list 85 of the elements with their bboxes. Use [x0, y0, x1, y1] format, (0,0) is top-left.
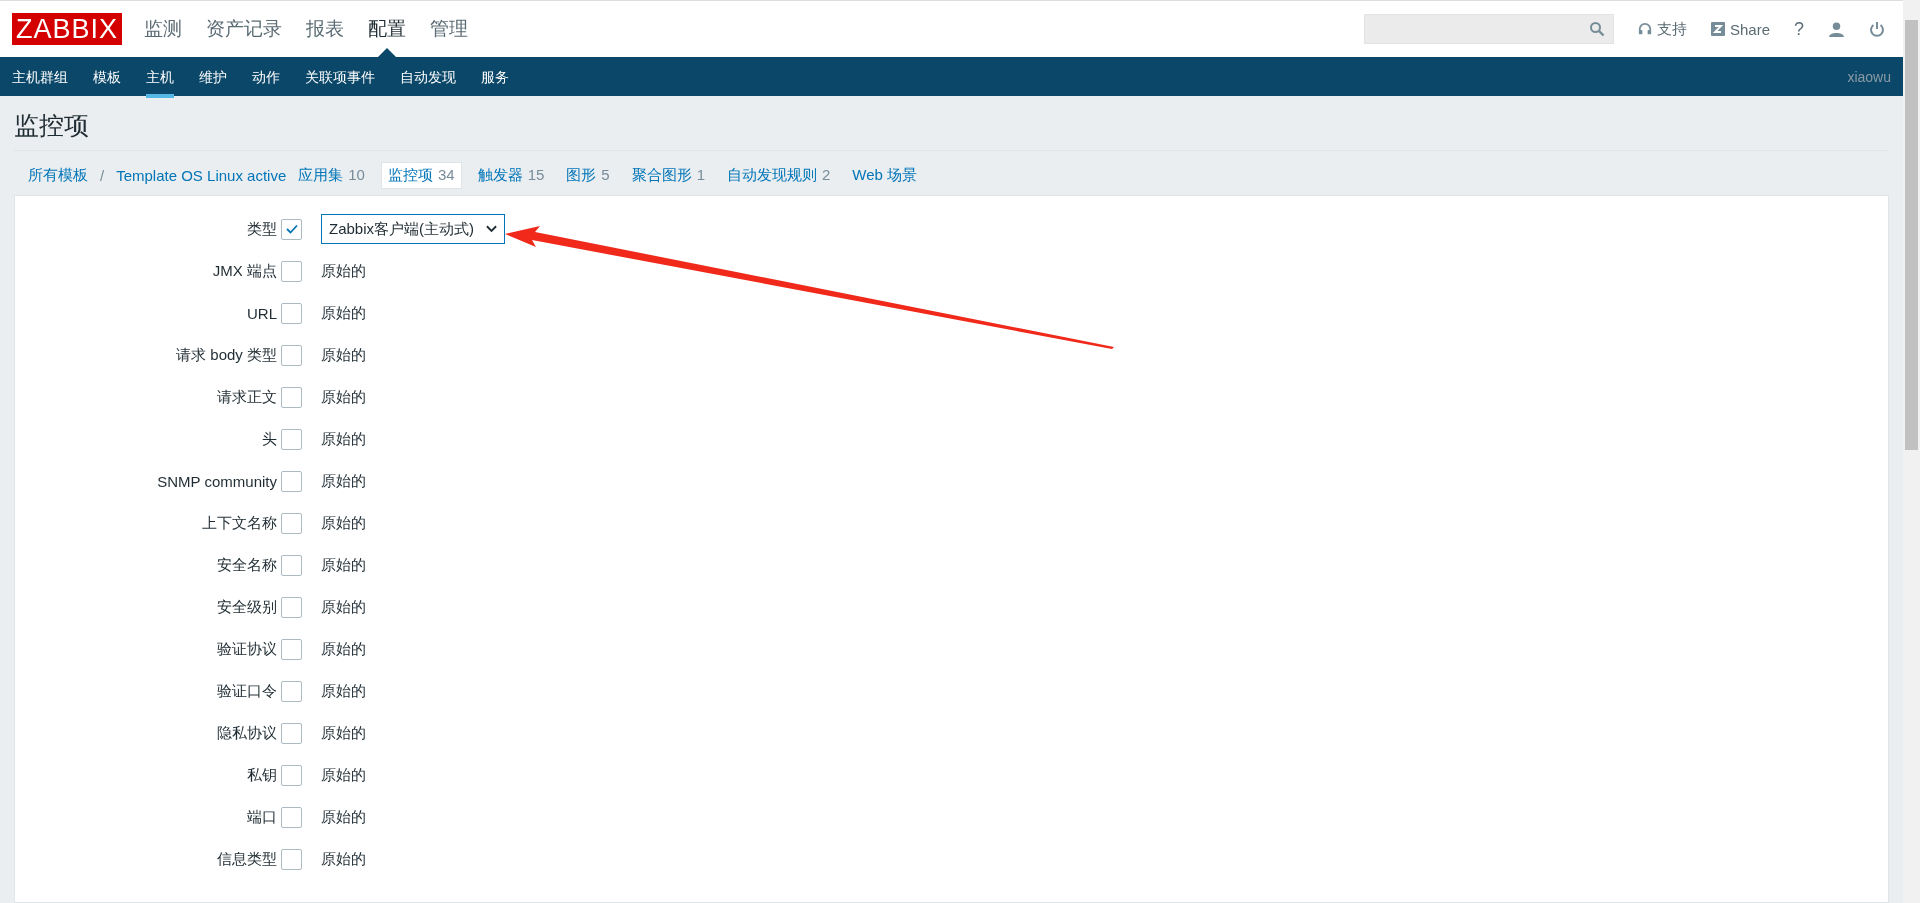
sub-menu-item[interactable]: 主机群组: [12, 59, 68, 98]
field-label: 隐私协议: [216, 723, 278, 743]
field-value: 原始的: [321, 807, 366, 827]
field-label: 请求 body 类型: [175, 345, 278, 365]
field-value: 原始的: [321, 597, 366, 617]
search-icon[interactable]: [1588, 21, 1605, 37]
field-label: 安全名称: [216, 555, 278, 575]
nav-tab[interactable]: 聚合图形 1: [625, 163, 711, 188]
field-label: 端口: [246, 807, 278, 827]
field-value: 原始的: [321, 429, 366, 449]
checkbox[interactable]: [281, 806, 302, 828]
checkbox[interactable]: [281, 344, 302, 366]
sub-menu-item[interactable]: 模板: [93, 59, 121, 98]
field-label: SNMP community: [156, 472, 278, 490]
user-icon[interactable]: [1828, 20, 1845, 38]
field-value: 原始的: [321, 681, 366, 701]
checkbox[interactable]: [281, 764, 302, 786]
main-menu-item[interactable]: 管理: [430, 1, 469, 57]
checkbox[interactable]: [281, 470, 302, 492]
breadcrumb-link[interactable]: Template OS Linux active: [110, 164, 293, 187]
breadcrumb-separator: /: [100, 167, 105, 184]
field-value: 原始的: [321, 765, 366, 785]
nav-tab[interactable]: 触发器 15: [471, 163, 551, 188]
page-title: 监控项: [14, 110, 1889, 151]
checkbox[interactable]: [281, 386, 302, 408]
breadcrumb-link[interactable]: 所有模板: [22, 163, 94, 188]
checkbox[interactable]: [281, 722, 302, 744]
support-link[interactable]: 支持: [1637, 19, 1687, 39]
field-value: 原始的: [321, 345, 366, 365]
search-field[interactable]: [1363, 14, 1614, 44]
field-label: 安全级别: [216, 597, 278, 617]
checkbox[interactable]: [281, 428, 302, 450]
checkbox[interactable]: [281, 848, 302, 870]
share-link[interactable]: Share: [1710, 20, 1770, 38]
field-value: 原始的: [321, 639, 366, 659]
scrollbar[interactable]: [1903, 0, 1920, 903]
nav-tab[interactable]: Web 场景: [846, 163, 924, 188]
field-label: 验证口令: [216, 681, 278, 701]
checkbox[interactable]: [281, 554, 302, 576]
field-label: 私钥: [246, 765, 278, 785]
checkbox[interactable]: [281, 596, 302, 618]
username: xiaowu: [1847, 68, 1891, 85]
headset-icon: [1637, 22, 1652, 36]
sub-menu-item[interactable]: 自动发现: [400, 59, 456, 98]
help-link[interactable]: ?: [1794, 18, 1804, 40]
field-value: 原始的: [321, 303, 366, 323]
checkbox[interactable]: [281, 302, 302, 324]
zabbix-logo[interactable]: ZABBIX: [12, 13, 123, 45]
field-label: 头: [261, 429, 278, 449]
nav-tab[interactable]: 自动发现规则 2: [721, 163, 837, 188]
field-value: 原始的: [321, 555, 366, 575]
field-label: URL: [246, 304, 278, 322]
field-value: 原始的: [321, 471, 366, 491]
field-label: 请求正文: [216, 387, 278, 407]
field-label: 信息类型: [216, 849, 278, 869]
checkmark-icon: [284, 222, 299, 236]
main-menu-item[interactable]: 报表: [306, 1, 345, 57]
chevron-down-icon: [486, 225, 497, 233]
type-select[interactable]: Zabbix客户端(主动式): [321, 214, 505, 244]
sub-menu-item[interactable]: 动作: [252, 59, 280, 98]
checkbox[interactable]: [281, 260, 302, 282]
checkbox[interactable]: [281, 638, 302, 660]
nav-tab[interactable]: 图形 5: [560, 163, 616, 188]
field-label: 类型: [246, 219, 278, 239]
field-label: JMX 端点: [211, 261, 278, 281]
checkbox[interactable]: [281, 218, 302, 240]
sub-menu-item[interactable]: 服务: [481, 59, 509, 98]
checkbox[interactable]: [281, 512, 302, 534]
field-value: 原始的: [321, 723, 366, 743]
field-value: 原始的: [321, 261, 366, 281]
checkbox[interactable]: [281, 680, 302, 702]
sub-menu-item[interactable]: 主机: [146, 59, 174, 98]
sub-menu-item[interactable]: 关联项事件: [305, 59, 375, 98]
main-menu-item[interactable]: 资产记录: [206, 1, 283, 57]
main-menu-item[interactable]: 监测: [144, 1, 183, 57]
field-label: 上下文名称: [201, 513, 278, 533]
field-value: 原始的: [321, 387, 366, 407]
nav-tab[interactable]: 监控项 34: [380, 162, 462, 189]
field-value: 原始的: [321, 513, 366, 533]
nav-tab[interactable]: 应用集 10: [292, 163, 371, 188]
z-square-icon: [1710, 22, 1725, 36]
field-label: 验证协议: [216, 639, 278, 659]
field-value: 原始的: [321, 849, 366, 869]
sub-menu-item[interactable]: 维护: [199, 59, 227, 98]
power-icon[interactable]: [1869, 21, 1885, 37]
